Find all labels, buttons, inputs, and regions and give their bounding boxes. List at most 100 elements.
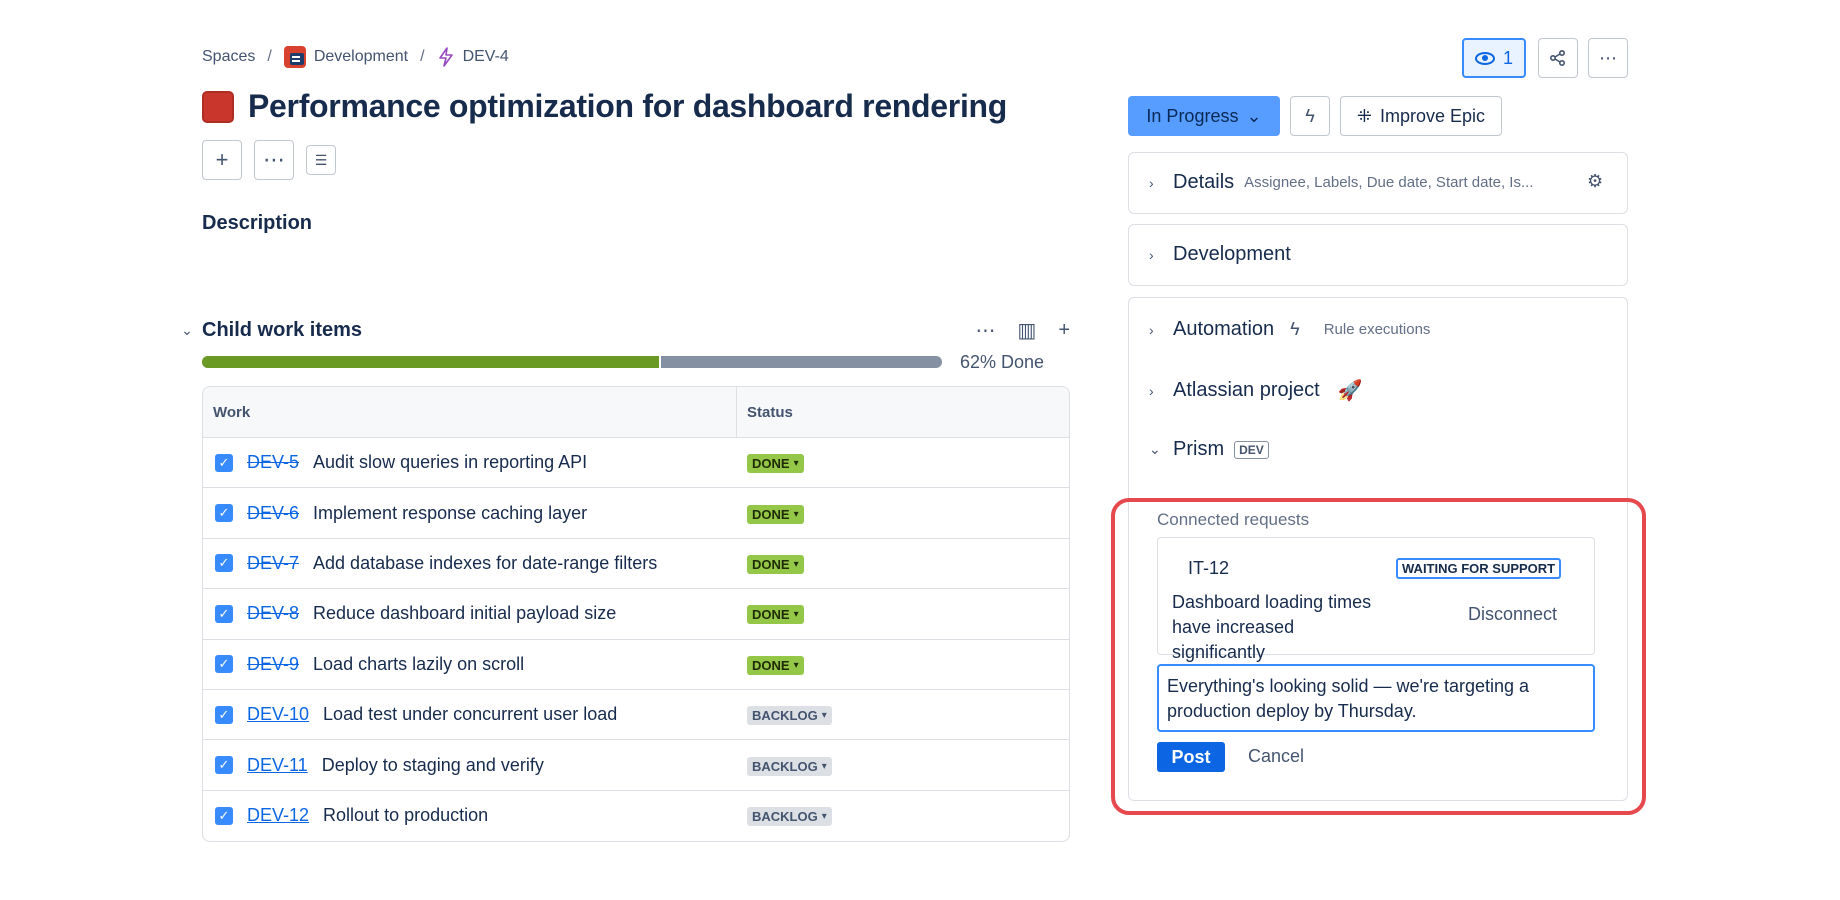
title-row: Performance optimization for dashboard r… (202, 88, 1007, 125)
atlassian-project-row[interactable]: › Atlassian project 🚀 (1149, 378, 1363, 403)
breadcrumb: Spaces / Development / DEV-4 (202, 46, 509, 68)
automation-button[interactable]: ϟ (1290, 96, 1330, 136)
task-checkbox-icon: ✓ (215, 705, 233, 724)
task-checkbox-icon: ✓ (215, 554, 233, 573)
child-items-header: ⌄ Child work items ⋯ ▥ + (172, 318, 1070, 343)
status-lozenge[interactable]: BACKLOG ▾ (747, 756, 832, 776)
table-row[interactable]: ✓ DEV-7 Add database indexes for date-ra… (203, 539, 1069, 590)
configure-icon[interactable]: ⚙ (1587, 171, 1603, 192)
chevron-right-icon: › (1149, 321, 1154, 338)
status-cell: DONE ▾ (737, 452, 1069, 474)
issue-summary[interactable]: Add database indexes for date-range filt… (313, 553, 657, 574)
status-lozenge-label: DONE (752, 506, 790, 522)
column-header-status[interactable]: Status (737, 387, 1069, 437)
status-lozenge[interactable]: DONE ▾ (747, 554, 804, 574)
chevron-right-icon: › (1149, 174, 1154, 191)
status-cell: DONE ▾ (737, 603, 1069, 625)
issue-summary[interactable]: Reduce dashboard initial payload size (313, 603, 616, 624)
issue-summary[interactable]: Implement response caching layer (313, 503, 587, 524)
status-cell: BACKLOG ▾ (737, 755, 1069, 776)
status-lozenge[interactable]: BACKLOG ▾ (747, 807, 832, 827)
issue-type-icon[interactable] (202, 90, 234, 123)
rocket-icon: 🚀 (1337, 380, 1363, 402)
issue-summary[interactable]: Deploy to staging and verify (322, 755, 544, 776)
issue-key-link[interactable]: DEV-12 (247, 805, 309, 826)
status-lozenge[interactable]: DONE ▾ (747, 504, 804, 524)
status-lozenge-label: DONE (752, 456, 790, 472)
table-row[interactable]: ✓ DEV-8 Reduce dashboard initial payload… (203, 589, 1069, 640)
plus-icon[interactable]: + (1058, 319, 1070, 342)
issue-summary[interactable]: Load test under concurrent user load (323, 704, 617, 725)
task-checkbox-icon: ✓ (215, 806, 233, 825)
chevron-down-icon: ▾ (793, 508, 799, 520)
checklist-button[interactable]: ☰ (306, 145, 336, 175)
task-checkbox-icon: ✓ (215, 604, 233, 623)
status-cell: BACKLOG ▾ (737, 805, 1069, 827)
breadcrumb-issue-label: DEV-4 (462, 48, 509, 65)
status-cell: DONE ▾ (737, 553, 1069, 574)
share-button[interactable] (1538, 38, 1578, 78)
automation-row[interactable]: › Automation ϟ Rule executions (1149, 318, 1430, 341)
table-row[interactable]: ✓ DEV-10 Load test under concurrent user… (203, 690, 1069, 741)
development-title: Development (1173, 243, 1291, 265)
columns-icon[interactable]: ▥ (1017, 318, 1036, 343)
table-row[interactable]: ✓ DEV-5 Audit slow queries in reporting … (203, 438, 1069, 489)
development-panel[interactable]: › Development (1128, 224, 1628, 286)
issue-summary[interactable]: Rollout to production (323, 805, 488, 826)
watch-button[interactable]: 1 (1462, 38, 1526, 78)
status-label: In Progress (1146, 105, 1239, 126)
issue-key-link[interactable]: DEV-10 (247, 704, 309, 725)
prism-row[interactable]: ⌄ Prism DEV (1149, 438, 1269, 461)
ellipsis-icon[interactable]: ⋯ (975, 318, 995, 343)
column-header-work[interactable]: Work (203, 387, 737, 437)
task-checkbox-icon: ✓ (215, 453, 233, 472)
work-cell: ✓ DEV-8 Reduce dashboard initial payload… (203, 589, 737, 638)
table-row[interactable]: ✓ DEV-11 Deploy to staging and verify BA… (203, 740, 1069, 791)
breadcrumb-spaces[interactable]: Spaces (202, 48, 255, 66)
status-lozenge-label: BACKLOG (752, 758, 818, 774)
epic-icon (438, 47, 453, 67)
details-panel[interactable]: › Details Assignee, Labels, Due date, St… (1128, 152, 1628, 214)
issue-key-link[interactable]: DEV-11 (247, 755, 308, 776)
status-lozenge-label: DONE (752, 657, 790, 673)
status-lozenge[interactable]: BACKLOG ▾ (747, 706, 832, 726)
more-actions-button[interactable]: ⋯ (254, 140, 294, 180)
chevron-down-icon: ▾ (793, 458, 799, 470)
status-lozenge[interactable]: DONE ▾ (747, 454, 804, 474)
table-row[interactable]: ✓ DEV-9 Load charts lazily on scroll DON… (203, 640, 1069, 690)
issue-key-link[interactable]: DEV-9 (247, 654, 299, 675)
status-cell: BACKLOG ▾ (737, 704, 1069, 726)
work-cell: ✓ DEV-7 Add database indexes for date-ra… (203, 539, 737, 588)
table-row[interactable]: ✓ DEV-6 Implement response caching layer… (203, 488, 1069, 539)
status-dropdown[interactable]: In Progress ⌄ (1128, 96, 1280, 136)
share-icon (1549, 49, 1566, 67)
issue-key-link[interactable]: DEV-6 (247, 503, 299, 524)
work-cell: ✓ DEV-10 Load test under concurrent user… (203, 690, 737, 739)
page-title[interactable]: Performance optimization for dashboard r… (248, 88, 1007, 125)
child-items-title: Child work items (202, 319, 363, 341)
improve-epic-button[interactable]: ⁜ Improve Epic (1340, 96, 1502, 136)
issue-key-link[interactable]: DEV-5 (247, 452, 299, 473)
task-checkbox-icon: ✓ (215, 756, 233, 775)
work-cell: ✓ DEV-12 Rollout to production (203, 791, 737, 841)
status-lozenge[interactable]: DONE ▾ (747, 605, 804, 625)
table-row[interactable]: ✓ DEV-12 Rollout to production BACKLOG ▾ (203, 791, 1069, 841)
chevron-right-icon: › (1149, 382, 1154, 399)
issue-summary[interactable]: Load charts lazily on scroll (313, 654, 524, 675)
issue-key-link[interactable]: DEV-8 (247, 603, 299, 624)
add-button[interactable]: + (202, 140, 242, 180)
issue-summary[interactable]: Audit slow queries in reporting API (313, 452, 587, 473)
breadcrumb-space-label: Development (313, 48, 409, 65)
issue-key-link[interactable]: DEV-7 (247, 553, 299, 574)
collapse-chevron-icon[interactable]: ⌄ (172, 322, 202, 339)
breadcrumb-space[interactable]: Development (283, 46, 409, 68)
breadcrumb-issue[interactable]: DEV-4 (437, 47, 509, 67)
chevron-down-icon: ▾ (793, 558, 799, 570)
prism-title: Prism (1173, 438, 1225, 460)
chevron-right-icon: › (1149, 246, 1154, 263)
status-lozenge[interactable]: DONE ▾ (747, 655, 804, 675)
automation-sub: Rule executions (1323, 321, 1431, 338)
details-row: › Details Assignee, Labels, Due date, St… (1149, 171, 1533, 194)
more-button[interactable]: ⋯ (1588, 38, 1628, 78)
space-icon (283, 46, 306, 68)
